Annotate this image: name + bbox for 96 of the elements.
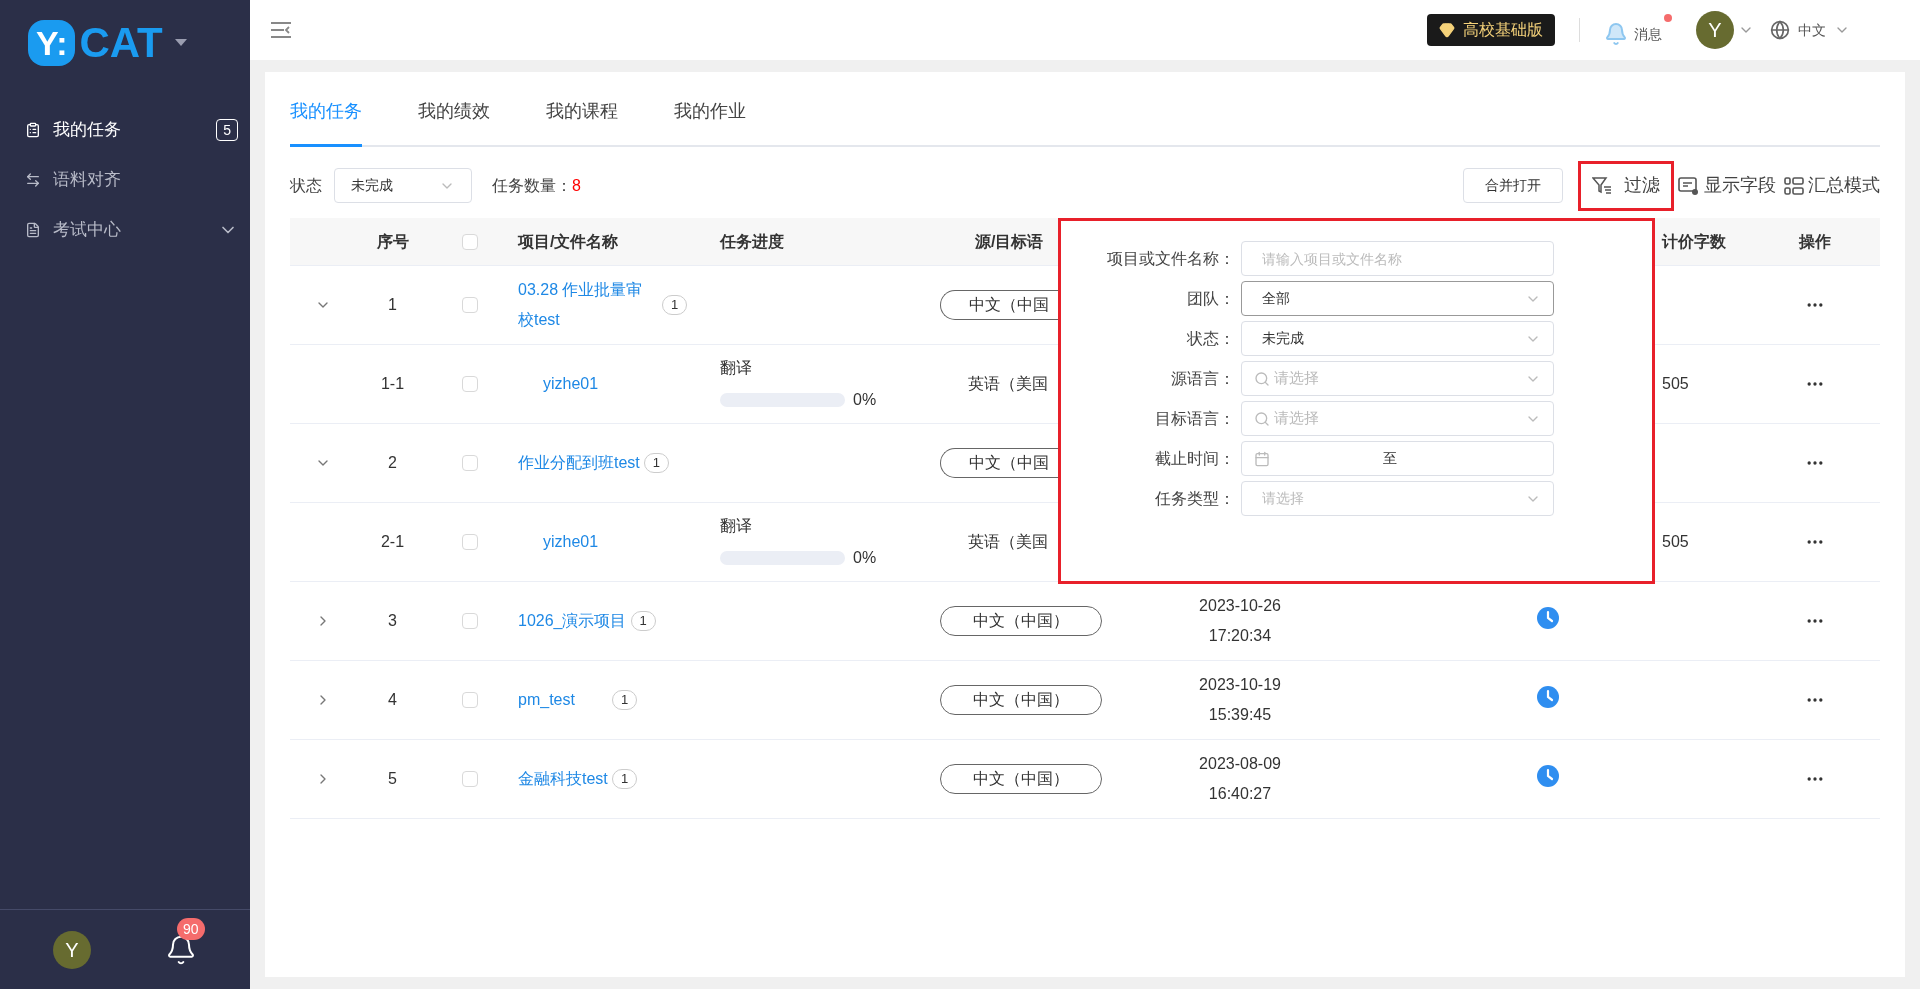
tab[interactable]: 我的作业 — [674, 90, 746, 147]
deadline-time: 15:39:45 — [1208, 705, 1272, 725]
summary-mode-button[interactable]: 汇总模式 — [1784, 172, 1880, 199]
column-header: 源/目标语 — [975, 232, 1044, 250]
row-index: 1-1 — [380, 374, 405, 394]
clipboard-icon — [25, 122, 41, 138]
search-icon — [1254, 370, 1270, 387]
edition-badge[interactable]: 高校基础版 — [1427, 14, 1555, 46]
field-label: 源语言： — [1170, 368, 1236, 389]
grid-icon — [1784, 175, 1804, 196]
field-label: 团队： — [1186, 288, 1236, 309]
field-label: 目标语言： — [1154, 408, 1236, 429]
project-link[interactable]: 03.28 作业批量审校test — [518, 275, 658, 335]
column-header: 计价字数 — [1662, 232, 1726, 250]
column-header: 项目/文件名称 — [518, 232, 619, 250]
clock-icon — [1537, 685, 1559, 708]
progress-percent: 0% — [853, 390, 877, 410]
project-link[interactable]: pm_test — [518, 685, 608, 715]
field-label: 项目或文件名称： — [1106, 248, 1236, 269]
globe-icon — [1770, 20, 1790, 40]
sidebar-item[interactable]: 我的任务 5 — [0, 105, 250, 155]
sidebar-label: 我的任务 — [53, 119, 122, 142]
status-select[interactable]: 未完成 — [334, 168, 472, 203]
checkbox[interactable] — [462, 455, 478, 471]
menu-icon[interactable] — [270, 21, 292, 39]
swap-icon — [25, 172, 41, 188]
show-fields-button[interactable]: 显示字段 — [1678, 172, 1776, 199]
field-label: 截止时间： — [1154, 448, 1236, 469]
tab[interactable]: 我的绩效 — [418, 90, 490, 147]
notification-badge: 90 — [177, 917, 205, 940]
user-avatar[interactable]: Y — [53, 930, 91, 969]
row-index: 3 — [388, 611, 397, 631]
messages-button[interactable]: 消息 — [1604, 14, 1672, 46]
clock-icon — [1537, 764, 1559, 787]
sidebar-label: 语料对齐 — [53, 169, 122, 192]
checkbox[interactable] — [462, 297, 478, 313]
project-link[interactable]: 作业分配到班test — [518, 448, 640, 478]
bell-icon — [1604, 22, 1628, 46]
logo-mark: Y: — [28, 19, 76, 66]
deadline-date: 2023-08-09 — [1199, 754, 1281, 774]
fields-icon — [1678, 175, 1700, 196]
column-header: 任务进度 — [720, 232, 784, 250]
row-index: 5 — [388, 769, 397, 789]
filter-button[interactable]: 过滤 — [1578, 160, 1674, 211]
select-field[interactable]: 全部 — [1241, 281, 1554, 316]
task-type: 翻译 — [720, 516, 753, 536]
project-link[interactable]: yizhe01 — [543, 369, 633, 399]
row-index: 1 — [388, 295, 397, 315]
word-count: 505 — [1662, 375, 1689, 392]
checkbox[interactable] — [462, 692, 478, 708]
checkbox[interactable] — [462, 233, 478, 250]
document-icon — [25, 222, 41, 238]
deadline-date: 2023-10-26 — [1199, 596, 1281, 616]
caret-icon — [174, 38, 187, 47]
date-range-field[interactable]: 至 — [1241, 441, 1554, 476]
sidebar-item[interactable]: 考试中心 — [0, 205, 250, 255]
language-text: 英语（美国 — [967, 533, 1048, 550]
deadline-date: 2023-10-19 — [1199, 675, 1281, 695]
progress-percent: 0% — [853, 548, 877, 568]
project-link[interactable]: 1026_演示项目 — [518, 606, 627, 636]
search-icon — [1254, 410, 1270, 427]
field-label: 状态： — [1186, 328, 1236, 349]
user-avatar[interactable]: Y — [1696, 11, 1734, 49]
project-link[interactable]: 金融科技test — [518, 764, 608, 794]
bell-icon[interactable] — [165, 933, 197, 966]
checkbox[interactable] — [462, 376, 478, 392]
row-index: 2 — [388, 453, 397, 473]
merge-open-button[interactable]: 合并打开 — [1463, 168, 1563, 203]
column-header: 序号 — [376, 231, 409, 252]
checkbox[interactable] — [462, 771, 478, 787]
language-select[interactable]: 中文 — [1798, 19, 1826, 41]
task-count: 8 — [572, 175, 581, 196]
word-count: 505 — [1662, 533, 1689, 550]
clock-icon — [1537, 606, 1559, 629]
language-text: 英语（美国 — [967, 375, 1048, 392]
checkbox[interactable] — [462, 613, 478, 629]
checkbox[interactable] — [462, 534, 478, 550]
row-index: 2-1 — [380, 532, 405, 552]
deadline-time: 17:20:34 — [1208, 626, 1272, 646]
calendar-icon — [1254, 450, 1270, 467]
sidebar-label: 考试中心 — [53, 219, 122, 242]
field-label: 任务类型： — [1154, 488, 1236, 509]
logo-text: CAT — [79, 21, 163, 64]
name-field[interactable]: 请输入项目或文件名称 — [1241, 241, 1554, 276]
status-label: 状态 — [290, 175, 322, 196]
count-badge: 5 — [216, 119, 238, 141]
sidebar-item[interactable]: 语料对齐 — [0, 155, 250, 205]
tab[interactable]: 我的课程 — [546, 90, 618, 147]
filter-icon — [1592, 175, 1612, 196]
project-link[interactable]: yizhe01 — [543, 527, 633, 557]
task-count-label: 任务数量： — [492, 175, 572, 196]
column-header: 操作 — [1799, 231, 1831, 252]
select-field[interactable]: 未完成 — [1241, 321, 1554, 356]
row-index: 4 — [388, 690, 397, 710]
task-type: 翻译 — [720, 358, 753, 378]
deadline-time: 16:40:27 — [1208, 784, 1272, 804]
